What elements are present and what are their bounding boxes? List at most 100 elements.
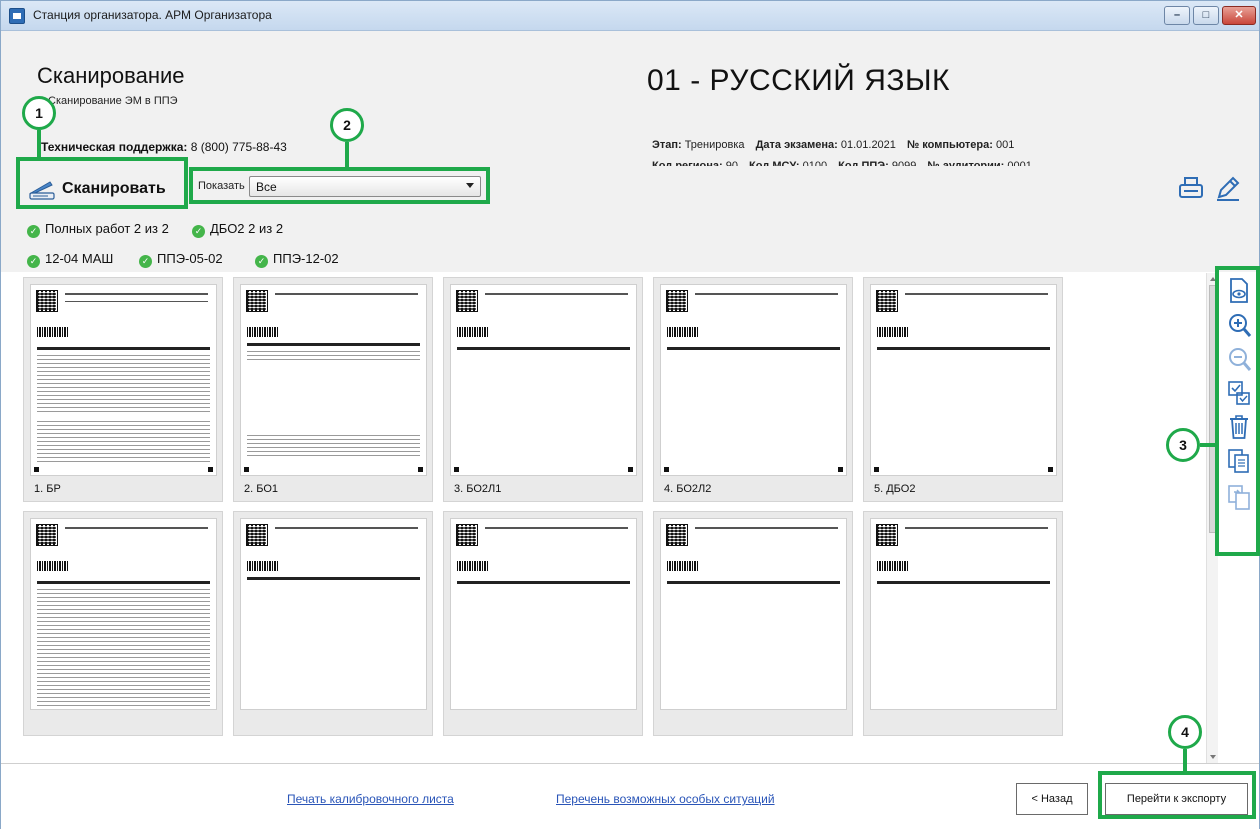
page-header-line bbox=[695, 527, 838, 529]
support-label: Техническая поддержка: bbox=[41, 140, 188, 154]
thumbnail-label: 5. ДБО2 bbox=[874, 483, 916, 495]
page-header-line bbox=[485, 527, 628, 529]
page-preview bbox=[870, 284, 1057, 476]
page-header-line bbox=[905, 293, 1048, 295]
page-section-bar bbox=[457, 581, 630, 584]
page-text bbox=[37, 355, 210, 415]
page-preview bbox=[870, 518, 1057, 710]
thumbnail-label: 2. БО1 bbox=[244, 483, 278, 495]
step-marker-4: 4 bbox=[1168, 715, 1202, 749]
support-phone: 8 (800) 775-88-43 bbox=[190, 140, 287, 154]
exam-date-value: 01.01.2021 bbox=[840, 139, 896, 151]
page-title: Сканирование bbox=[37, 63, 185, 88]
thumbnail-card[interactable] bbox=[653, 511, 853, 736]
thumbnail-label: 3. БО2Л1 bbox=[454, 483, 502, 495]
page-text bbox=[247, 351, 420, 361]
thumbnail-card[interactable] bbox=[23, 511, 223, 736]
barcode bbox=[37, 561, 69, 571]
thumbnail-card[interactable]: 1. БР bbox=[23, 277, 223, 502]
page-preview bbox=[30, 518, 217, 710]
thumbnail-card[interactable]: 2. БО1 bbox=[233, 277, 433, 502]
computer-value: 001 bbox=[995, 139, 1015, 151]
app-icon bbox=[9, 8, 25, 24]
thumbnail-card[interactable]: 3. БО2Л1 bbox=[443, 277, 643, 502]
page-corner-mark bbox=[838, 467, 843, 472]
page-corner-mark bbox=[1048, 467, 1053, 472]
thumbnail-label: 4. БО2Л2 bbox=[664, 483, 712, 495]
thumbnail-card[interactable]: 4. БО2Л2 bbox=[653, 277, 853, 502]
thumbnail-card[interactable] bbox=[233, 511, 433, 736]
page-corner-mark bbox=[208, 467, 213, 472]
qr-pattern bbox=[458, 292, 476, 310]
barcode bbox=[247, 561, 279, 571]
check-circle-icon: ✓ bbox=[27, 255, 40, 268]
status-badge-full-works: ✓ Полных работ 2 из 2 bbox=[27, 221, 169, 238]
scanner-settings-icon[interactable] bbox=[1176, 173, 1206, 203]
thumbnail-grid: 1. БР 2. БО1 3. БО2Л1 4. БО2Л2 5. ДБО2 bbox=[19, 273, 1217, 763]
highlight-box-4 bbox=[1098, 771, 1256, 819]
page-section-bar bbox=[667, 581, 840, 584]
page-preview bbox=[240, 284, 427, 476]
special-situations-link[interactable]: Перечень возможных особых ситуаций bbox=[556, 792, 775, 806]
exam-info-line-1: Этап: Тренировка Дата экзамена: 01.01.20… bbox=[652, 139, 1022, 151]
close-button[interactable]: ✕ bbox=[1222, 6, 1256, 25]
page-corner-mark bbox=[628, 467, 633, 472]
print-calibration-link[interactable]: Печать калибровочного листа bbox=[287, 792, 454, 806]
status-text: ППЭ-05-02 bbox=[157, 251, 223, 266]
minimize-button[interactable]: – bbox=[1164, 6, 1190, 25]
barcode bbox=[457, 327, 489, 337]
subject-title: 01 - РУССКИЙ ЯЗЫК bbox=[647, 64, 951, 97]
highlight-box-3 bbox=[1215, 266, 1260, 556]
support-info: Техническая поддержка: 8 (800) 775-88-43 bbox=[41, 140, 287, 154]
barcode bbox=[247, 327, 279, 337]
thumbnail-card[interactable] bbox=[863, 511, 1063, 736]
status-badge-12-04: ✓ 12-04 МАШ bbox=[27, 251, 113, 268]
barcode bbox=[877, 327, 909, 337]
title-bar: Станция организатора. АРМ Организатора –… bbox=[1, 1, 1259, 31]
page-preview bbox=[660, 284, 847, 476]
maximize-button[interactable]: □ bbox=[1193, 6, 1219, 25]
check-circle-icon: ✓ bbox=[139, 255, 152, 268]
barcode bbox=[37, 327, 69, 337]
page-section-bar bbox=[457, 347, 630, 350]
marker-stem-4 bbox=[1183, 749, 1187, 772]
header-panel: Сканирование Сканирование ЭМ в ППЭ Техни… bbox=[1, 31, 1259, 172]
status-badge-ppe-05-02: ✓ ППЭ-05-02 bbox=[139, 251, 223, 268]
page-corner-mark bbox=[454, 467, 459, 472]
page-text bbox=[247, 435, 420, 457]
qr-pattern bbox=[248, 526, 266, 544]
barcode bbox=[877, 561, 909, 571]
scroll-down-icon[interactable] bbox=[1210, 755, 1216, 759]
check-circle-icon: ✓ bbox=[192, 225, 205, 238]
barcode bbox=[667, 561, 699, 571]
status-text: Полных работ 2 из 2 bbox=[45, 221, 169, 236]
barcode bbox=[457, 561, 489, 571]
back-button[interactable]: < Назад bbox=[1016, 783, 1088, 815]
page-corner-mark bbox=[244, 467, 249, 472]
status-text: 12-04 МАШ bbox=[45, 251, 114, 266]
page-corner-mark bbox=[664, 467, 669, 472]
marker-stem-1 bbox=[37, 130, 41, 158]
minimize-icon: – bbox=[1173, 9, 1181, 21]
edit-icon[interactable] bbox=[1213, 173, 1243, 203]
status-badge-dbo2: ✓ ДБО2 2 из 2 bbox=[192, 221, 283, 238]
marker-stem-2 bbox=[345, 142, 349, 168]
page-header-line bbox=[275, 293, 418, 295]
barcode bbox=[667, 327, 699, 337]
check-circle-icon: ✓ bbox=[27, 225, 40, 238]
stage-label: Этап: bbox=[652, 139, 682, 151]
status-area: ✓ Полных работ 2 из 2 ✓ ДБО2 2 из 2 ✓ 12-04… bbox=[1, 212, 1259, 272]
page-section-bar bbox=[37, 581, 210, 584]
qr-pattern bbox=[38, 292, 56, 310]
page-corner-mark bbox=[34, 467, 39, 472]
step-marker-2: 2 bbox=[330, 108, 364, 142]
page-preview bbox=[240, 518, 427, 710]
highlight-box-1 bbox=[16, 157, 188, 209]
computer-label: № компьютера: bbox=[906, 139, 993, 151]
thumbnail-card[interactable] bbox=[443, 511, 643, 736]
page-section-bar bbox=[247, 343, 420, 346]
qr-pattern bbox=[458, 526, 476, 544]
page-section-bar bbox=[37, 347, 210, 350]
page-preview bbox=[450, 284, 637, 476]
thumbnail-card[interactable]: 5. ДБО2 bbox=[863, 277, 1063, 502]
